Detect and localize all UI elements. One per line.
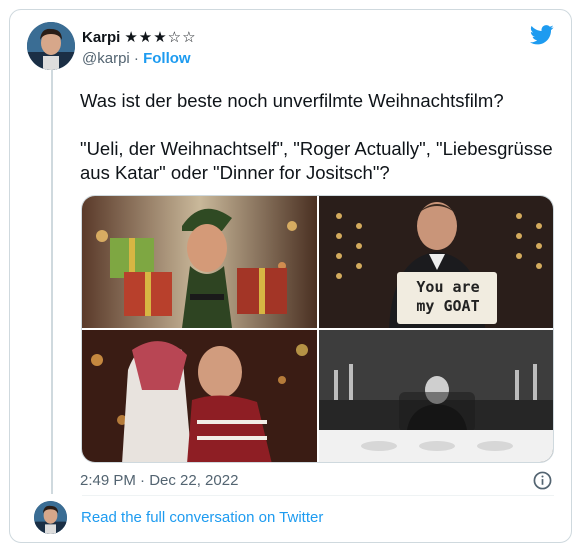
twitter-bird-icon[interactable] <box>530 25 554 45</box>
tweet-paragraph-2: "Ueli, der Weihnachtself", "Roger Actual… <box>80 138 553 183</box>
tweet-text: Was ist der beste noch unverfilmte Weihn… <box>80 89 560 209</box>
author-avatar[interactable] <box>27 22 75 70</box>
tweet-timestamp[interactable]: 2:49 PM · Dec 22, 2022 <box>80 472 238 489</box>
author-handle[interactable]: @karpi <box>82 50 130 67</box>
author-block: Karpi ★★★☆☆ @karpi · Follow <box>82 26 197 68</box>
info-icon[interactable] <box>533 471 552 490</box>
media-image-dinner[interactable] <box>319 330 553 462</box>
media-image-sign[interactable]: You are my GOAT <box>319 196 553 328</box>
media-grid[interactable]: You are my GOAT <box>81 195 554 463</box>
sign-text: You are my GOAT <box>416 278 480 315</box>
star-icon: ★★★☆☆ <box>124 29 197 46</box>
thread-line <box>51 70 53 494</box>
reader-avatar[interactable] <box>34 501 67 534</box>
media-image-embrace[interactable] <box>82 330 317 462</box>
divider <box>82 495 554 496</box>
separator-dot: · <box>133 50 139 67</box>
follow-button[interactable]: Follow <box>143 50 191 67</box>
author-name[interactable]: Karpi <box>82 29 120 46</box>
tweet-paragraph-1: Was ist der beste noch unverfilmte Weihn… <box>80 90 504 111</box>
media-image-elf[interactable] <box>82 196 317 328</box>
read-full-conversation-link[interactable]: Read the full conversation on Twitter <box>81 509 323 526</box>
